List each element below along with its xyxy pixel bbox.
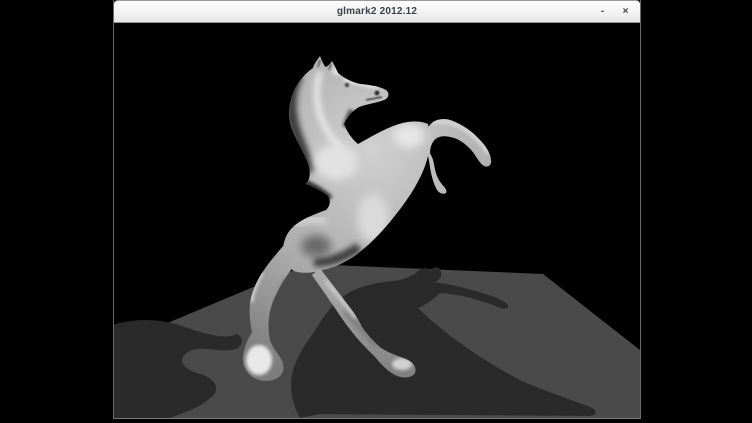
- titlebar[interactable]: glmark2 2012.12 - ×: [114, 0, 640, 23]
- window-title: glmark2 2012.12: [114, 6, 640, 17]
- scene-canvas: [114, 24, 640, 418]
- window-controls: - ×: [594, 1, 634, 22]
- horse-nostril: [375, 91, 380, 96]
- gl-viewport: [114, 24, 640, 418]
- close-button[interactable]: ×: [617, 3, 634, 20]
- horse-eye: [345, 83, 349, 87]
- desktop: { "window": { "title": "glmark2 2012.12"…: [0, 0, 752, 423]
- glmark2-window: glmark2 2012.12 - ×: [113, 0, 641, 419]
- minimize-button[interactable]: -: [594, 3, 611, 20]
